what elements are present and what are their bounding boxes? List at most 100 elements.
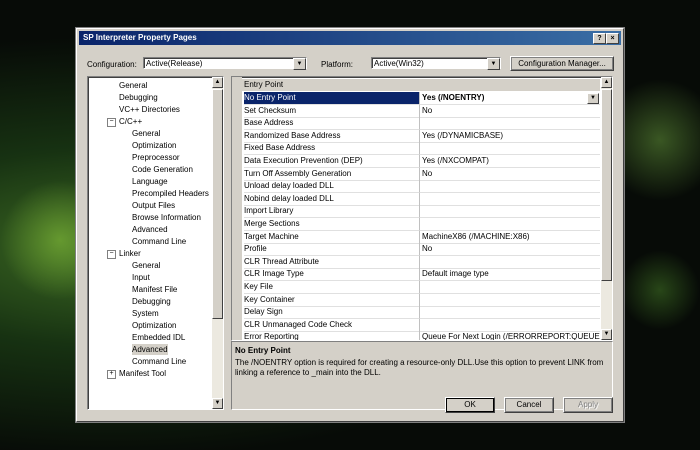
property-row[interactable]: Set Checksum No (232, 104, 600, 118)
property-row[interactable]: Nobind delay loaded DLL (232, 192, 600, 206)
property-value[interactable] (419, 318, 600, 332)
close-button[interactable]: × (606, 33, 619, 44)
cancel-button[interactable]: Cancel (504, 397, 554, 413)
property-row[interactable]: Data Execution Prevention (DEP) Yes (/NXC… (232, 155, 600, 168)
property-value[interactable]: MachineX86 (/MACHINE:X86) (419, 230, 600, 244)
tree-item[interactable]: Manifest Tool (119, 368, 166, 379)
property-row[interactable]: Error Reporting Queue For Next Login (/ER… (232, 331, 600, 340)
scroll-thumb[interactable] (601, 89, 612, 281)
tree-item[interactable]: Debugging (132, 296, 171, 307)
tree-item[interactable]: Code Generation (132, 164, 193, 175)
property-value[interactable] (419, 180, 600, 194)
scroll-down-icon[interactable]: ▼ (212, 398, 223, 409)
ok-button[interactable]: OK (445, 397, 495, 413)
property-name: No Entry Point (244, 92, 419, 105)
property-row[interactable]: Base Address (232, 117, 600, 131)
tree-item[interactable]: Command Line (132, 236, 186, 247)
tree-item[interactable]: General (132, 128, 160, 139)
property-row[interactable]: CLR Image Type Default image type (232, 268, 600, 282)
property-name: Base Address (244, 117, 419, 131)
collapse-icon[interactable]: − (107, 118, 116, 127)
tree-item[interactable]: Optimization (132, 320, 176, 331)
property-value[interactable]: Queue For Next Login (/ERRORREPORT:QUEUE… (419, 331, 600, 340)
property-value[interactable]: No (419, 243, 600, 257)
tree-item[interactable]: Debugging (119, 92, 158, 103)
property-row[interactable]: Key File (232, 281, 600, 294)
chevron-down-icon[interactable]: ▼ (587, 93, 599, 104)
property-name: Data Execution Prevention (DEP) (244, 155, 419, 168)
apply-button[interactable]: Apply (563, 397, 613, 413)
property-value[interactable] (419, 142, 600, 156)
property-row[interactable]: Randomized Base Address Yes (/DYNAMICBASE… (232, 129, 600, 143)
property-value[interactable] (419, 293, 600, 307)
property-name: Randomized Base Address (244, 130, 419, 143)
description-panel: No Entry Point The /NOENTRY option is re… (231, 341, 613, 410)
property-row[interactable]: Delay Sign (232, 306, 600, 320)
property-value[interactable]: No (419, 167, 600, 181)
tree-item[interactable]: Input (132, 272, 150, 283)
scroll-down-icon[interactable]: ▼ (601, 329, 612, 340)
property-name: Key File (244, 281, 419, 294)
property-row[interactable]: Key Container (232, 293, 600, 307)
configuration-manager-button[interactable]: Configuration Manager... (510, 56, 614, 71)
property-value[interactable] (419, 255, 600, 269)
property-row[interactable]: No Entry Point Yes (/NOENTRY) ▼ (232, 92, 600, 105)
tree-item[interactable]: VC++ Directories (119, 104, 180, 115)
tree-item[interactable]: General (132, 260, 160, 271)
expand-icon[interactable]: + (107, 370, 116, 379)
tree-item[interactable]: Optimization (132, 140, 176, 151)
property-value[interactable] (419, 218, 600, 231)
property-value[interactable]: No (419, 104, 600, 118)
tree-item[interactable]: Advanced (132, 344, 168, 355)
tree-item[interactable]: Preprocessor (132, 152, 180, 163)
property-row[interactable]: Profile No (232, 243, 600, 257)
property-value[interactable] (419, 306, 600, 320)
tree-item[interactable]: Browse Information (132, 212, 201, 223)
property-row[interactable]: Unload delay loaded DLL (232, 180, 600, 194)
tree-item[interactable]: General (119, 80, 147, 91)
property-value[interactable]: Default image type (419, 268, 600, 282)
tree-item[interactable]: Output Files (132, 200, 175, 211)
help-button[interactable]: ? (593, 33, 606, 44)
configuration-select[interactable]: Active(Release) ▼ (143, 57, 307, 70)
property-row[interactable]: Fixed Base Address (232, 142, 600, 156)
property-value[interactable]: Yes (/NOENTRY) (419, 92, 600, 105)
property-value[interactable] (419, 192, 600, 206)
configuration-value: Active(Release) (146, 59, 203, 68)
tree-scrollbar[interactable]: ▲ ▼ (212, 77, 223, 409)
grid-scrollbar[interactable]: ▲ ▼ (601, 77, 612, 340)
property-value[interactable]: Yes (/DYNAMICBASE) (419, 129, 600, 143)
collapse-icon[interactable]: − (107, 250, 116, 259)
tree-item[interactable]: Manifest File (132, 284, 177, 295)
tree-item[interactable]: Command Line (132, 356, 186, 367)
property-row[interactable]: CLR Unmanaged Code Check (232, 318, 600, 332)
tree-item[interactable]: Advanced (132, 224, 168, 235)
property-name: Target Machine (244, 231, 419, 244)
chevron-down-icon[interactable]: ▼ (487, 58, 500, 70)
title-bar: SP Interpreter Property Pages ? × (79, 31, 621, 45)
grid-category-entry-point[interactable]: Entry Point (232, 79, 600, 91)
platform-select[interactable]: Active(Win32) ▼ (371, 57, 501, 70)
scroll-thumb[interactable] (212, 89, 223, 319)
tree-item[interactable]: Precompiled Headers (132, 188, 209, 199)
tree-item[interactable]: Language (132, 176, 168, 187)
property-name: Nobind delay loaded DLL (244, 193, 419, 206)
scroll-up-icon[interactable]: ▲ (601, 77, 612, 88)
property-row[interactable]: CLR Thread Attribute (232, 255, 600, 269)
chevron-down-icon[interactable]: ▼ (293, 58, 306, 70)
property-row[interactable]: Import Library (232, 205, 600, 219)
window-title: SP Interpreter Property Pages (83, 33, 197, 42)
property-value[interactable] (419, 117, 600, 131)
property-value[interactable] (419, 205, 600, 219)
tree-item[interactable]: System (132, 308, 159, 319)
property-value[interactable] (419, 281, 600, 294)
scroll-up-icon[interactable]: ▲ (212, 77, 223, 88)
property-row[interactable]: Target Machine MachineX86 (/MACHINE:X86) (232, 230, 600, 244)
property-row[interactable]: Merge Sections (232, 218, 600, 231)
property-name: Fixed Base Address (244, 142, 419, 156)
tree-item[interactable]: C/C++ (119, 116, 142, 127)
property-value[interactable]: Yes (/NXCOMPAT) (419, 155, 600, 168)
tree-item[interactable]: Linker (119, 248, 141, 259)
tree-item[interactable]: Embedded IDL (132, 332, 185, 343)
property-row[interactable]: Turn Off Assembly Generation No (232, 167, 600, 181)
